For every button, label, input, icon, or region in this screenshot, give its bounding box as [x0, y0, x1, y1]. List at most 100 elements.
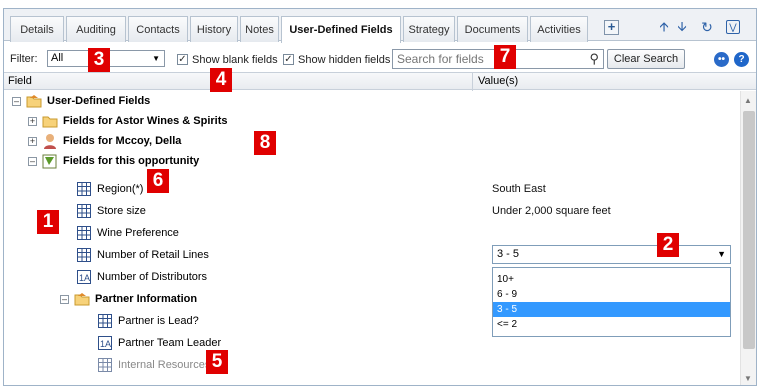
field-column-header[interactable]: Field: [8, 75, 32, 87]
tree-field-internal-resources[interactable]: Internal Resources: [97, 355, 210, 375]
dropdown-option-highlighted[interactable]: 3 - 5: [493, 302, 730, 317]
svg-text:1A: 1A: [100, 339, 111, 349]
tab-details[interactable]: Details: [10, 16, 64, 42]
refresh-icon[interactable]: ↻: [699, 19, 715, 35]
column-divider[interactable]: [472, 73, 473, 91]
tree-node-company[interactable]: + Fields for Astor Wines & Spirits: [28, 111, 228, 131]
filter-label: Filter:: [10, 53, 38, 65]
numeric-field-icon: 1A: [76, 269, 92, 285]
callout-badge-7: 7: [494, 45, 516, 69]
chat-icon[interactable]: ••: [714, 52, 729, 67]
field-label: Number of Retail Lines: [97, 249, 209, 261]
field-label: Store size: [97, 205, 146, 217]
tab-documents[interactable]: Documents: [457, 16, 528, 42]
tree-field-region[interactable]: Region(*): [76, 179, 143, 199]
tree-field-partner-team-leader[interactable]: 1A Partner Team Leader: [97, 333, 221, 353]
scroll-up-icon[interactable]: ▲: [744, 96, 752, 105]
tab-notes[interactable]: Notes: [240, 16, 279, 42]
retail-lines-options: 10+ 6 - 9 3 - 5 <= 2: [492, 267, 731, 337]
svg-text:1A: 1A: [79, 273, 90, 283]
tree-node-opportunity[interactable]: – Fields for this opportunity: [28, 151, 199, 171]
tree-field-partner-lead[interactable]: Partner is Lead?: [97, 311, 199, 331]
collapse-icon[interactable]: –: [12, 96, 21, 106]
show-blank-label: Show blank fields: [192, 54, 278, 66]
callout-badge-5: 5: [206, 350, 228, 374]
chevron-down-icon: ▼: [152, 54, 160, 63]
retail-lines-select[interactable]: 3 - 5 ▼: [492, 245, 731, 264]
table-field-icon: [76, 247, 92, 263]
vertical-scrollbar[interactable]: ▲ ▼: [740, 91, 756, 385]
search-input[interactable]: [393, 50, 578, 68]
callout-badge-6: 6: [147, 169, 169, 193]
callout-badge-8: 8: [254, 131, 276, 155]
region-value[interactable]: South East: [492, 183, 546, 195]
field-label: Partner is Lead?: [118, 315, 199, 327]
tab-contacts[interactable]: Contacts: [128, 16, 188, 42]
tree-company-label: Fields for Astor Wines & Spirits: [63, 115, 228, 127]
callout-badge-1: 1: [37, 210, 59, 234]
tree-field-wine-preference[interactable]: Wine Preference: [76, 223, 179, 243]
help-icon[interactable]: ?: [734, 52, 749, 67]
expand-icon[interactable]: +: [28, 136, 37, 146]
folder-open-icon: [26, 93, 42, 109]
field-label: Internal Resources: [118, 359, 211, 371]
tab-strategy[interactable]: Strategy: [403, 16, 455, 42]
clear-search-button[interactable]: Clear Search: [607, 49, 685, 69]
search-icon[interactable]: ⚲: [589, 51, 599, 67]
tab-history[interactable]: History: [190, 16, 238, 42]
table-field-icon: [97, 313, 113, 329]
field-label: Wine Preference: [97, 227, 179, 239]
field-label: Partner Team Leader: [118, 337, 222, 349]
callout-badge-3: 3: [88, 48, 110, 72]
tree-field-store-size[interactable]: Store size: [76, 201, 146, 221]
dropdown-option[interactable]: <= 2: [493, 317, 730, 332]
move-down-icon[interactable]: 🡫: [674, 19, 690, 35]
scroll-thumb[interactable]: [743, 111, 755, 349]
table-field-icon: [76, 225, 92, 241]
tree-contact-label: Fields for Mccoy, Della: [63, 135, 182, 147]
folder-icon: [42, 113, 58, 129]
tree-partner-label: Partner Information: [95, 293, 198, 305]
show-hidden-label: Show hidden fields: [298, 54, 391, 66]
tree-field-distributors[interactable]: 1A Number of Distributors: [76, 267, 207, 287]
folder-open-icon: [74, 291, 90, 307]
tab-activities[interactable]: Activities: [530, 16, 588, 42]
collapse-icon[interactable]: –: [28, 156, 37, 166]
udf-panel: Details Auditing Contacts History Notes …: [3, 8, 757, 386]
table-field-icon: [97, 357, 113, 373]
dropdown-option[interactable]: 10+: [493, 272, 730, 287]
chevron-down-icon[interactable]: ▼: [717, 246, 726, 263]
filter-value: All: [51, 52, 64, 64]
tree-node-contact[interactable]: + Fields for Mccoy, Della: [28, 131, 181, 151]
expand-icon[interactable]: +: [28, 116, 37, 126]
collapse-icon[interactable]: –: [60, 294, 69, 304]
scroll-down-icon[interactable]: ▼: [744, 374, 752, 383]
tree-opportunity-label: Fields for this opportunity: [63, 155, 200, 167]
values-column-header[interactable]: Value(s): [478, 75, 518, 87]
tab-bar: Details Auditing Contacts History Notes …: [4, 9, 756, 43]
add-tab-button[interactable]: +: [604, 20, 619, 35]
opportunity-icon: [42, 153, 58, 169]
tree-field-retail-lines[interactable]: Number of Retail Lines: [76, 245, 209, 265]
column-header: Field Value(s): [4, 72, 756, 91]
store-size-value[interactable]: Under 2,000 square feet: [492, 205, 611, 217]
table-field-icon: [76, 181, 92, 197]
person-icon: [42, 133, 58, 149]
move-up-icon[interactable]: 🡩: [656, 19, 672, 35]
tab-user-defined-fields[interactable]: User-Defined Fields: [281, 16, 401, 43]
numeric-field-icon: 1A: [97, 335, 113, 351]
dropdown-option[interactable]: 6 - 9: [493, 287, 730, 302]
tree-root-label: User-Defined Fields: [47, 95, 151, 107]
callout-badge-2: 2: [657, 233, 679, 257]
field-label: Number of Distributors: [97, 271, 208, 283]
retail-lines-selected: 3 - 5: [497, 248, 520, 260]
field-label: Region(*): [97, 183, 144, 195]
table-field-icon: [76, 203, 92, 219]
show-blank-checkbox[interactable]: ✓: [177, 54, 188, 65]
show-hidden-checkbox[interactable]: ✓: [283, 54, 294, 65]
tab-auditing[interactable]: Auditing: [66, 16, 126, 42]
fields-tree: – User-Defined Fields + Fields for Astor…: [4, 91, 738, 385]
collapse-panel-icon[interactable]: ⋁: [726, 20, 740, 34]
tree-node-root[interactable]: – User-Defined Fields: [12, 91, 150, 111]
tree-node-partner[interactable]: – Partner Information: [60, 289, 197, 309]
